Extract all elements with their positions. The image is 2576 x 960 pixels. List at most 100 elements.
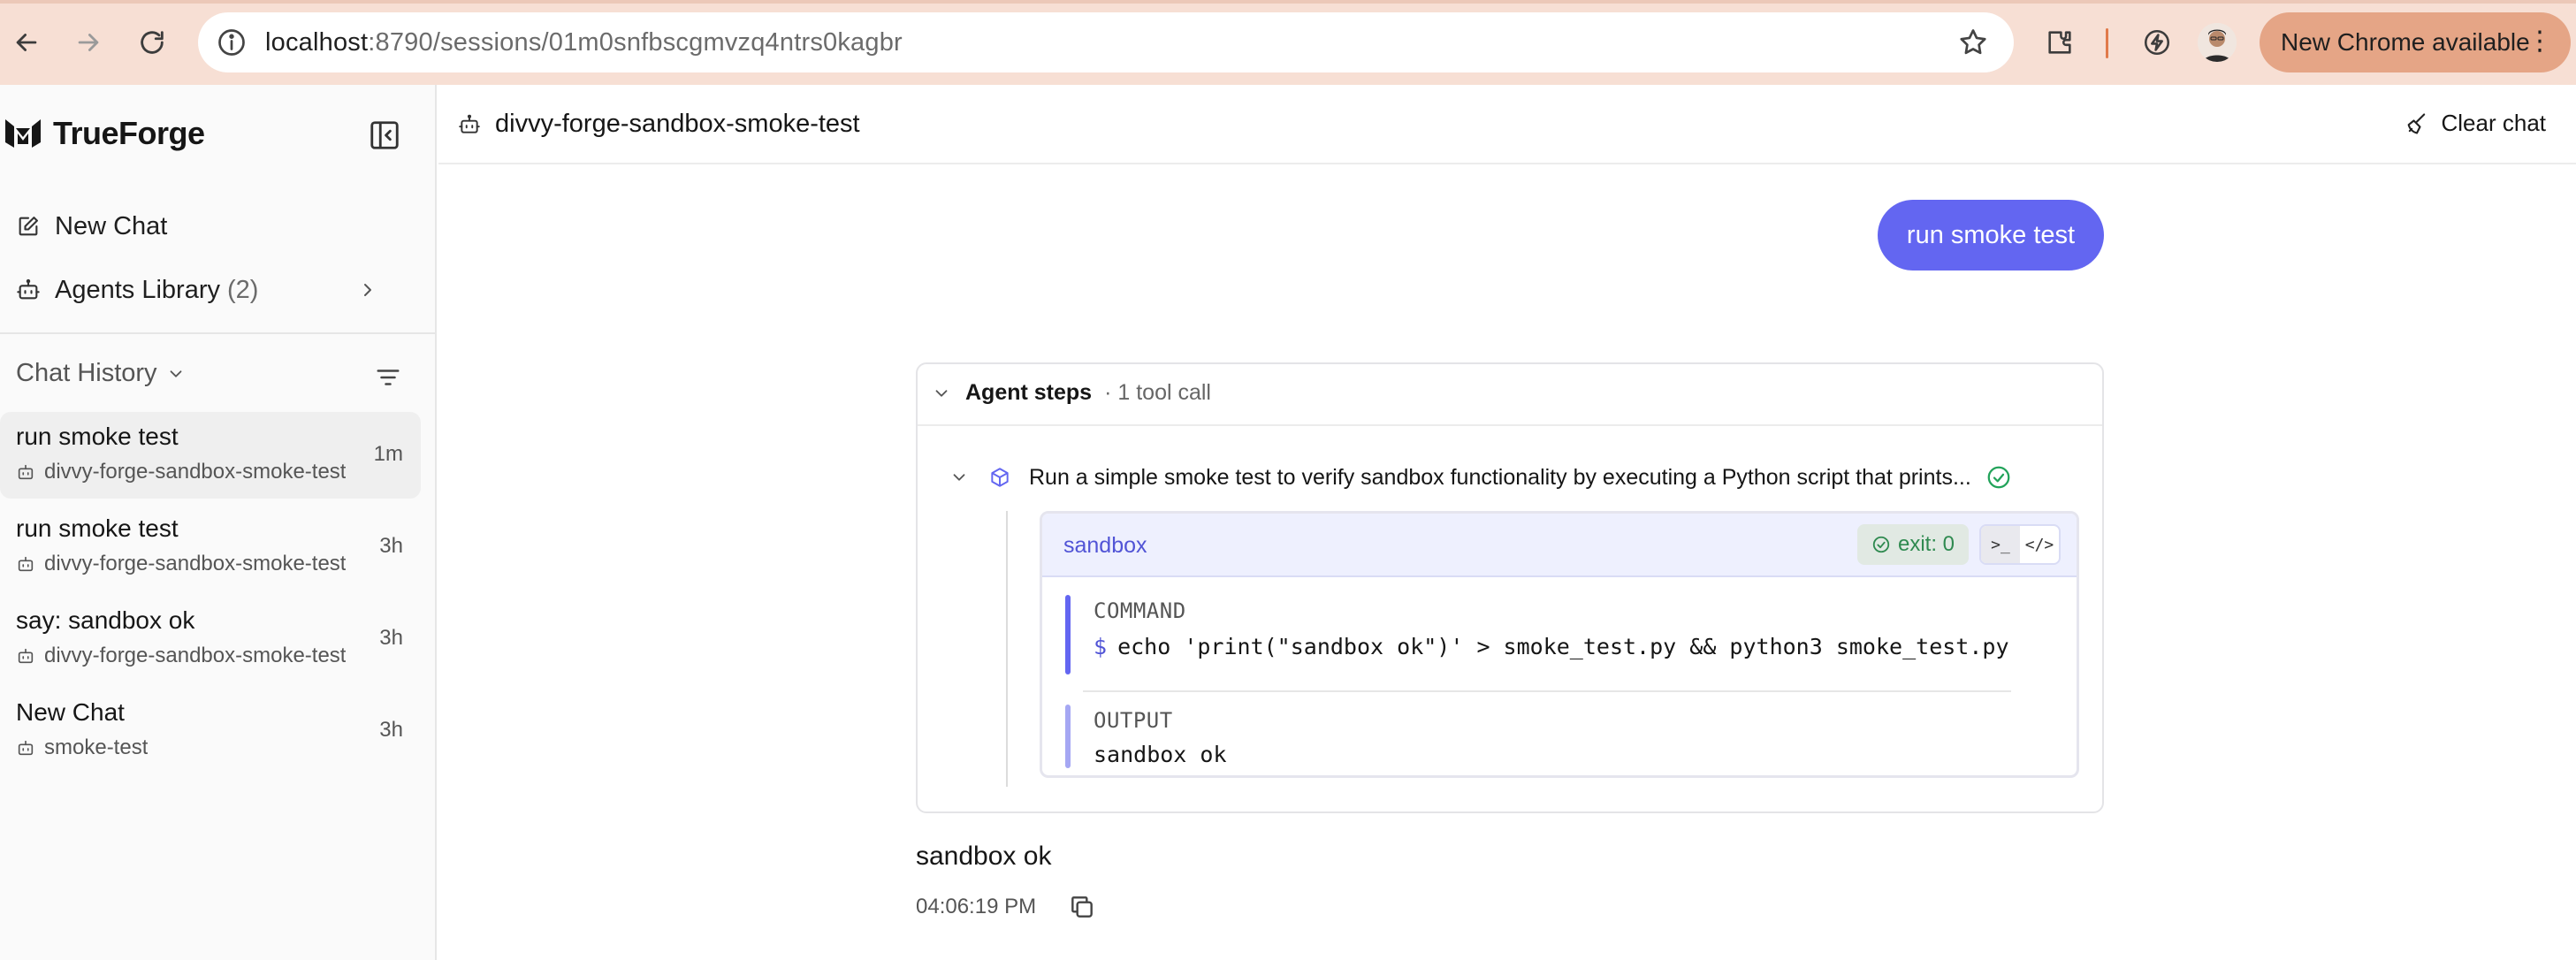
reload-button[interactable]: [131, 21, 173, 64]
bot-icon: [18, 464, 34, 480]
terminal-view-button[interactable]: >_: [1981, 526, 2020, 563]
shell-prompt: $: [1094, 634, 1108, 659]
bot-icon: [18, 740, 34, 756]
profile-photo-icon: [2198, 23, 2237, 62]
filter-icon[interactable]: [375, 364, 401, 391]
bot-icon: [18, 648, 34, 664]
sandbox-name: sandbox: [1063, 533, 1147, 558]
chevron-down-icon: [935, 389, 948, 397]
user-message-bubble: run smoke test: [1878, 200, 2104, 270]
output-bar: [1065, 705, 1071, 768]
tool-call-row[interactable]: Run a simple smoke test to verify sandbo…: [949, 460, 2090, 495]
tool-call-count: · 1 tool call: [1104, 380, 1211, 405]
bot-icon: [18, 556, 34, 572]
chat-history-item[interactable]: New Chat smoke-test 3h: [0, 688, 421, 774]
forward-arrow-icon: [78, 34, 99, 51]
brand-name: TrueForge: [53, 115, 205, 151]
agent-steps-toggle[interactable]: Agent steps · 1 tool call: [932, 380, 1211, 406]
message-timestamp: 04:06:19 PM: [916, 895, 1037, 918]
sandbox-header: sandbox exit: 0 >_ </>: [1042, 514, 2077, 577]
sandbox-panel: sandbox exit: 0 >_ </> COMMAND $ echo 'pr…: [1040, 511, 2079, 778]
sidebar-collapse-icon[interactable]: [368, 118, 401, 152]
chat-agent-name: divvy-forge-sandbox-smoke-test: [44, 644, 347, 667]
chat-history-toggle[interactable]: Chat History: [16, 359, 186, 388]
chat-agent: smoke-test: [16, 735, 148, 760]
chat-agent-name: divvy-forge-sandbox-smoke-test: [44, 552, 347, 575]
url-text[interactable]: localhost:8790/sessions/01m0snfbscgmvzq4…: [265, 28, 903, 57]
command-value: echo 'print("sandbox ok")' > smoke_test.…: [1117, 634, 2009, 659]
chat-title: say: sandbox ok: [16, 606, 195, 634]
chat-history-item[interactable]: run smoke test divvy-forge-sandbox-smoke…: [0, 504, 421, 590]
chat-title: New Chat: [16, 698, 125, 726]
performance-icon: [2144, 29, 2170, 56]
tool-call-description: Run a simple smoke test to verify sandbo…: [1029, 464, 1971, 490]
chat-agent-name: smoke-test: [44, 735, 149, 759]
chevron-right-icon: [364, 284, 371, 296]
kebab-menu-icon[interactable]: ⋮: [2526, 28, 2553, 55]
chat-agent-name: divvy-forge-sandbox-smoke-test: [44, 460, 347, 484]
chat-history-item[interactable]: say: sandbox ok divvy-forge-sandbox-smok…: [0, 596, 421, 682]
agent-steps-label: Agent steps: [965, 380, 1093, 405]
bot-icon: [17, 278, 40, 300]
tab-strip-edge: [0, 0, 2576, 4]
bot-icon: [459, 114, 480, 133]
forward-button[interactable]: [67, 21, 110, 64]
chat-agent: divvy-forge-sandbox-smoke-test: [16, 644, 346, 668]
profile-avatar[interactable]: [2198, 23, 2237, 62]
code-view-button[interactable]: </>: [2020, 526, 2059, 563]
chat-history-label: Chat History: [16, 359, 157, 387]
broom-icon: [2407, 112, 2425, 134]
output-label: OUTPUT: [1094, 708, 1173, 733]
output-block: OUTPUT sandbox ok: [1065, 705, 2029, 775]
agents-library-label: Agents Library: [55, 275, 220, 304]
exit-status-badge: exit: 0: [1857, 524, 1969, 565]
chrome-update-button[interactable]: New Chrome available ⋮: [2260, 12, 2571, 72]
agent-title: divvy-forge-sandbox-smoke-test: [458, 110, 860, 139]
agent-name: divvy-forge-sandbox-smoke-test: [495, 110, 860, 138]
chat-history-item[interactable]: run smoke test divvy-forge-sandbox-smoke…: [0, 412, 421, 499]
brand[interactable]: TrueForge: [4, 115, 205, 152]
new-chat-label: New Chat: [55, 211, 168, 240]
update-label: New Chrome available: [2281, 28, 2530, 56]
new-chat-button[interactable]: New Chat: [16, 202, 423, 251]
chevron-down-icon: [170, 370, 181, 377]
address-bar[interactable]: localhost:8790/sessions/01m0snfbscgmvzq4…: [198, 12, 2014, 72]
sidebar-divider: [0, 332, 437, 334]
url-host: localhost: [265, 27, 369, 57]
clear-chat-label: Clear chat: [2441, 110, 2547, 136]
chat-time: 3h: [379, 718, 403, 742]
chat-agent: divvy-forge-sandbox-smoke-test: [16, 552, 346, 576]
toolbar-separator: [2106, 28, 2108, 58]
reload-icon: [141, 31, 164, 54]
exit-status-text: exit: 0: [1897, 532, 1955, 556]
sidebar: TrueForge New Chat Agents Library (2) Ch…: [0, 85, 437, 960]
command-label: COMMAND: [1094, 598, 1186, 623]
command-text: $ echo 'print("sandbox ok")' > smoke_test…: [1094, 634, 2009, 659]
cube-icon: [991, 468, 1009, 487]
trueforge-logo-icon: [5, 119, 41, 148]
tree-connector: [1006, 511, 1008, 787]
chat-time: 1m: [373, 442, 403, 466]
agents-library-button[interactable]: Agents Library (2): [16, 265, 423, 315]
extensions-button[interactable]: [2039, 21, 2081, 64]
user-message-text: run smoke test: [1906, 220, 2076, 249]
edit-icon: [19, 217, 38, 236]
steps-divider: [918, 424, 2102, 426]
extensions-icon: [2048, 31, 2071, 54]
clear-chat-button[interactable]: Clear chat: [2405, 110, 2547, 137]
copy-icon[interactable]: [1068, 893, 1096, 921]
command-block: COMMAND $ echo 'print("sandbox ok")' > sm…: [1065, 595, 2029, 674]
site-info-icon[interactable]: [216, 27, 248, 58]
check-circle-icon: [1872, 536, 1890, 553]
code-icon: </>: [2024, 535, 2054, 554]
back-button[interactable]: [5, 21, 48, 64]
back-arrow-icon: [16, 34, 37, 51]
chat-time: 3h: [379, 534, 403, 558]
terminal-icon: >_: [1991, 535, 2010, 554]
chat-time: 3h: [379, 626, 403, 650]
chat-title: run smoke test: [16, 423, 179, 450]
io-divider: [1083, 690, 2011, 692]
performance-button[interactable]: [2136, 21, 2178, 64]
check-circle-icon: [1987, 466, 2010, 489]
bookmark-star-icon[interactable]: [1957, 27, 1989, 58]
